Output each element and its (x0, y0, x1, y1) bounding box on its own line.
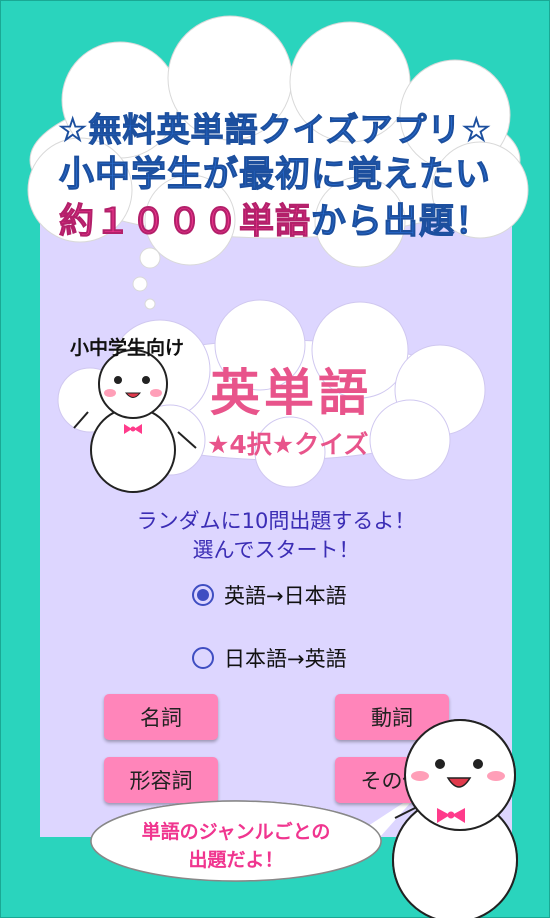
intro-line-1: ランダムに10問出題するよ！ (136, 509, 416, 533)
option-en-to-ja[interactable]: 英語→日本語 (192, 580, 347, 610)
header-line-3-rest: から出題！ (310, 202, 492, 243)
noun-button[interactable]: 名詞 (104, 694, 218, 740)
header-line-1: ☆無料英単語クイズアプリ☆ (57, 110, 493, 150)
snowman-mascot-icon (392, 719, 518, 918)
logo-title: 英単語 (210, 364, 372, 422)
logo-subtitle: ★4択★クイズ (207, 430, 369, 459)
header-accent: 約１０００単語 (58, 202, 311, 243)
adjective-button[interactable]: 形容詞 (104, 757, 218, 803)
header-line-2: 小中学生が最初に覚えたい (58, 155, 491, 196)
option-en-to-ja-label: 英語→日本語 (224, 584, 347, 608)
header-line-3: 約１０００単語から出題！ (0, 193, 550, 244)
logo-tagline: 小中学生向け (70, 337, 185, 359)
verb-button[interactable]: 動詞 (335, 694, 449, 740)
intro-line-2: 選んでスタート！ (192, 538, 360, 562)
other-button[interactable]: その他 (335, 757, 449, 803)
option-ja-to-en[interactable]: 日本語→英語 (192, 643, 347, 673)
radio-unselected-icon[interactable] (192, 647, 214, 669)
bubble-line-2: 出題だよ！ (188, 849, 284, 871)
option-ja-to-en-label: 日本語→英語 (224, 647, 347, 671)
radio-selected-icon[interactable] (192, 584, 214, 606)
bubble-line-1: 単語のジャンルごとの (141, 821, 331, 843)
